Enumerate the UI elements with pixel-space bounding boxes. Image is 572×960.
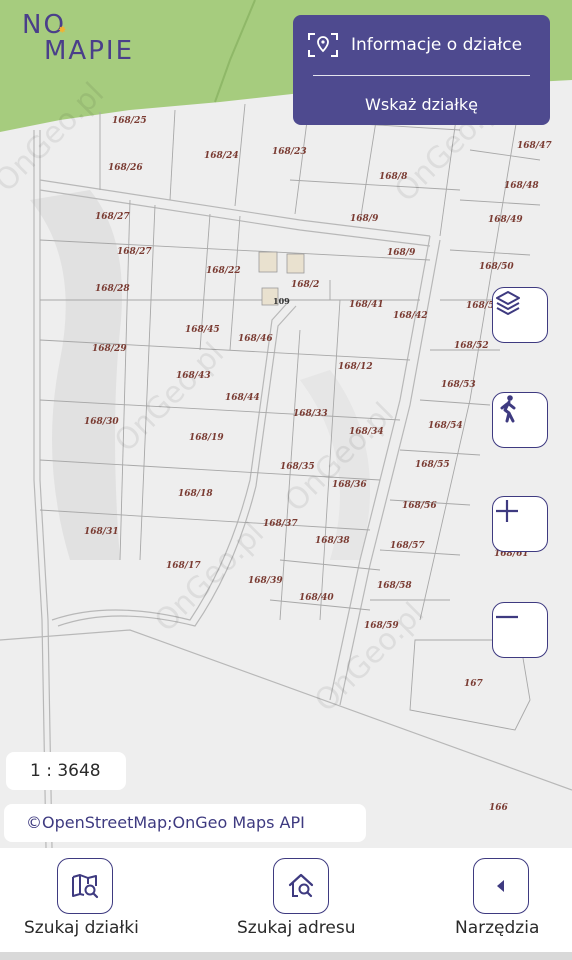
plot-label[interactable]: 168/46 <box>238 334 273 344</box>
plot-label[interactable]: 168/52 <box>454 341 489 351</box>
plot-label[interactable]: 168/59 <box>364 621 399 631</box>
nav-tools[interactable]: Narzędzia <box>440 858 572 948</box>
logo-line-1: NO <box>22 10 66 40</box>
map-search-icon <box>57 858 113 914</box>
plot-label[interactable]: 168/5 <box>466 301 494 311</box>
plot-label[interactable]: 168/38 <box>315 536 350 546</box>
plot-label[interactable]: 168/56 <box>402 501 437 511</box>
plot-label[interactable]: 168/48 <box>504 181 539 191</box>
sun-icon: ✸ <box>58 25 69 36</box>
plot-label[interactable]: 168/19 <box>189 433 224 443</box>
walk-mode-button[interactable] <box>492 392 548 448</box>
nav-tools-label: Narzędzia <box>455 918 540 938</box>
plot-label[interactable]: 168/22 <box>206 266 241 276</box>
zoom-out-button[interactable] <box>492 602 548 658</box>
plot-label[interactable]: 168/33 <box>293 409 328 419</box>
plot-label[interactable]: 168/47 <box>517 141 552 151</box>
nav-search-address-label: Szukaj adresu <box>237 918 356 938</box>
plot-label[interactable]: 168/58 <box>377 581 412 591</box>
plot-label[interactable]: 168/53 <box>441 380 476 390</box>
map-view[interactable]: OnGeo.pl OnGeo.pl OnGeo.pl OnGeo.pl OnGe… <box>0 0 572 848</box>
plot-label[interactable]: 168/57 <box>390 541 425 551</box>
plot-label[interactable]: 168/27 <box>95 212 130 222</box>
plot-label[interactable]: 168/9 <box>350 214 378 224</box>
plot-label[interactable]: 168/49 <box>488 215 523 225</box>
plot-label[interactable]: 168/28 <box>95 284 130 294</box>
parcel-info-button[interactable]: Informacje o działce <box>307 32 537 58</box>
app-logo[interactable]: NO ✸ MAPIE <box>22 12 134 64</box>
plot-label[interactable]: 168/17 <box>166 561 201 571</box>
plot-label[interactable]: 168/24 <box>204 151 239 161</box>
plot-label[interactable]: 168/31 <box>84 527 119 537</box>
plot-label[interactable]: 168/26 <box>108 163 143 173</box>
plot-label[interactable]: 168/37 <box>263 519 298 529</box>
plot-label[interactable]: 168/54 <box>428 421 463 431</box>
plot-label[interactable]: 168/40 <box>299 593 334 603</box>
plot-label[interactable]: 168/36 <box>332 480 367 490</box>
plot-label[interactable]: 168/45 <box>185 325 220 335</box>
plot-label[interactable]: 168/2 <box>291 280 319 290</box>
home-search-icon <box>273 858 329 914</box>
plot-label[interactable]: 168/30 <box>84 417 119 427</box>
nav-search-parcel[interactable]: Szukaj działki <box>0 858 175 948</box>
parcel-info-label: Informacje o działce <box>351 35 523 55</box>
parcel-info-panel: Informacje o działce Wskaż działkę <box>293 15 550 125</box>
divider <box>313 75 530 76</box>
system-bar <box>0 952 572 960</box>
plot-label[interactable]: 168/25 <box>112 116 147 126</box>
pick-parcel-button[interactable]: Wskaż działkę <box>293 95 550 114</box>
plot-label[interactable]: 166 <box>489 803 508 813</box>
plot-label[interactable]: 168/12 <box>338 362 373 372</box>
plot-label[interactable]: 168/44 <box>225 393 260 403</box>
location-select-icon <box>307 32 339 58</box>
plot-label[interactable]: 168/39 <box>248 576 283 586</box>
plot-label[interactable]: 109 <box>273 296 290 306</box>
plot-label[interactable]: 168/42 <box>393 311 428 321</box>
nav-search-address[interactable]: Szukaj adresu <box>220 858 395 948</box>
plot-label[interactable]: 168/27 <box>117 247 152 257</box>
plot-label[interactable]: 168/50 <box>479 262 514 272</box>
plot-label[interactable]: 168/55 <box>415 460 450 470</box>
terrain-shading <box>30 190 122 560</box>
plot-label[interactable]: 168/18 <box>178 489 213 499</box>
chevron-left-icon <box>473 858 529 914</box>
nav-search-parcel-label: Szukaj działki <box>24 918 139 938</box>
map-scale: 1 : 3648 <box>6 752 126 790</box>
plot-label[interactable]: 168/23 <box>272 147 307 157</box>
plot-label[interactable]: 168/9 <box>387 248 415 258</box>
plot-label[interactable]: 168/29 <box>92 344 127 354</box>
plot-label[interactable]: 168/35 <box>280 462 315 472</box>
layers-button[interactable] <box>492 287 548 343</box>
plot-label[interactable]: 168/8 <box>379 172 407 182</box>
plot-label[interactable]: 168/34 <box>349 427 384 437</box>
plot-label[interactable]: 168/43 <box>176 371 211 381</box>
map-attribution[interactable]: ©OpenStreetMap;OnGeo Maps API <box>4 804 366 842</box>
plot-label[interactable]: 168/41 <box>349 300 384 310</box>
plot-label[interactable]: 167 <box>464 679 483 689</box>
zoom-in-button[interactable] <box>492 496 548 552</box>
bottom-navigation: Szukaj działki Szukaj adresu Narzędzia <box>0 848 572 952</box>
